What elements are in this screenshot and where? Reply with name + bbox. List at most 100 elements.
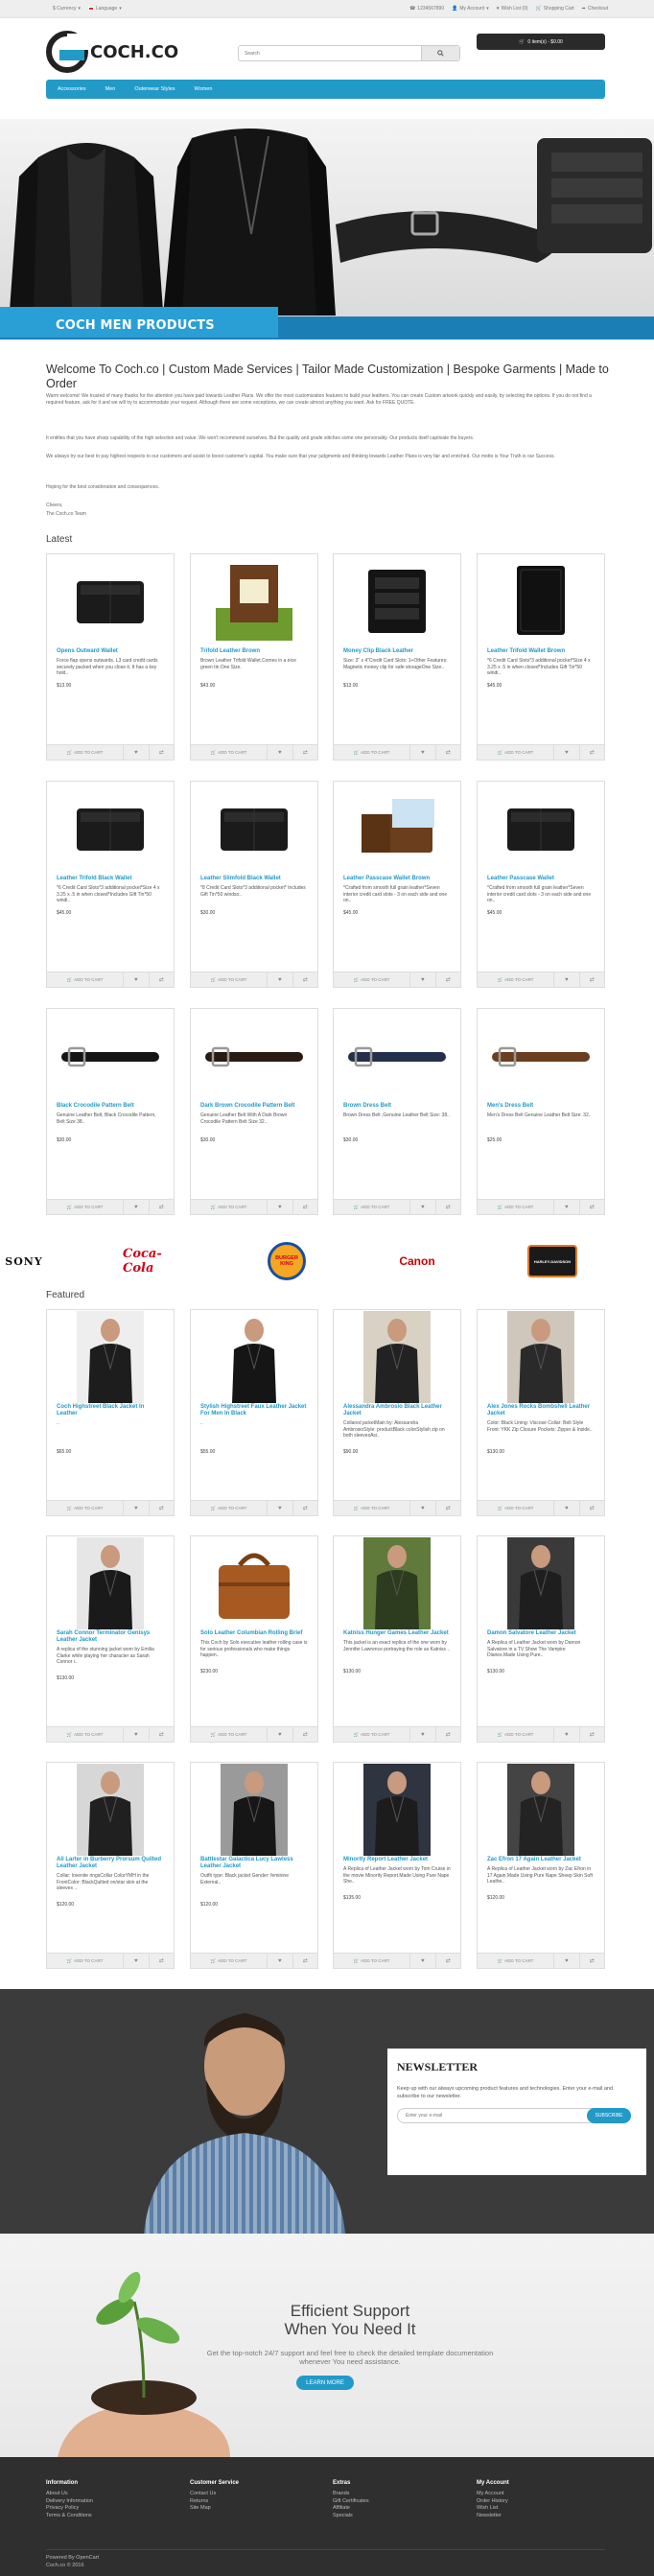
compare-button[interactable]: ⇄ xyxy=(580,745,605,760)
footer-link[interactable]: Contact Us xyxy=(190,2491,239,2498)
add-to-cart-button[interactable]: 🛒 ADD TO CART xyxy=(478,1727,554,1742)
add-to-cart-button[interactable]: 🛒 ADD TO CART xyxy=(478,972,554,987)
add-to-wishlist-button[interactable]: ♥ xyxy=(268,972,293,987)
footer-link[interactable]: Delivery Information xyxy=(46,2498,93,2506)
phone-link[interactable]: ☎ 1234567890 xyxy=(409,6,444,12)
add-to-wishlist-button[interactable]: ♥ xyxy=(124,1501,150,1515)
add-to-wishlist-button[interactable]: ♥ xyxy=(268,1501,293,1515)
product-card[interactable]: Ali Larter in Burberry Prorsum Quilted L… xyxy=(46,1762,175,1969)
learn-more-button[interactable]: LEARN MORE xyxy=(296,2376,354,2390)
product-image[interactable] xyxy=(47,1009,174,1103)
product-image[interactable] xyxy=(478,1763,604,1857)
footer-link[interactable]: Terms & Conditions xyxy=(46,2513,93,2520)
product-card[interactable]: Solo Leather Columbian Rolling Brief This… xyxy=(190,1535,318,1743)
product-image[interactable] xyxy=(478,782,604,876)
footer-link[interactable]: Newsletter xyxy=(477,2513,509,2520)
add-to-wishlist-button[interactable]: ♥ xyxy=(268,1200,293,1214)
product-card[interactable]: Leather Slimfold Black Wallet *8 Credit C… xyxy=(190,781,318,988)
add-to-wishlist-button[interactable]: ♥ xyxy=(554,972,580,987)
product-name[interactable]: Damon Salvatore Leather Jacket xyxy=(478,1630,604,1637)
compare-button[interactable]: ⇄ xyxy=(150,1200,175,1214)
add-to-cart-button[interactable]: 🛒 ADD TO CART xyxy=(191,1501,268,1515)
add-to-cart-button[interactable]: 🛒 ADD TO CART xyxy=(334,1200,410,1214)
product-card[interactable]: Black Crocodile Pattern Belt Genuine Leat… xyxy=(46,1008,175,1215)
footer-link[interactable]: My Account xyxy=(477,2491,509,2498)
footer-link[interactable]: Order History xyxy=(477,2498,509,2506)
add-to-cart-button[interactable]: 🛒 ADD TO CART xyxy=(478,1501,554,1515)
product-card[interactable]: Sarah Connor Terminator Genisys Leather … xyxy=(46,1535,175,1743)
add-to-wishlist-button[interactable]: ♥ xyxy=(268,1954,293,1968)
add-to-cart-button[interactable]: 🛒 ADD TO CART xyxy=(478,745,554,760)
nav-item-outerwear[interactable]: Outerwear Styles xyxy=(134,86,175,92)
product-name[interactable]: Sarah Connor Terminator Genisys Leather … xyxy=(47,1630,174,1644)
add-to-wishlist-button[interactable]: ♥ xyxy=(410,1727,436,1742)
add-to-wishlist-button[interactable]: ♥ xyxy=(410,972,436,987)
compare-button[interactable]: ⇄ xyxy=(436,972,461,987)
footer-link[interactable]: Returns xyxy=(190,2498,239,2506)
add-to-wishlist-button[interactable]: ♥ xyxy=(124,972,150,987)
product-name[interactable]: Ali Larter in Burberry Prorsum Quilted L… xyxy=(47,1857,174,1870)
currency-dropdown[interactable]: $ Currency ▾ xyxy=(53,6,81,12)
powered-by-link[interactable]: Powered By OpenCart xyxy=(46,2555,99,2563)
nav-item-accessories[interactable]: Accessories xyxy=(58,86,86,92)
add-to-cart-button[interactable]: 🛒 ADD TO CART xyxy=(47,1954,124,1968)
compare-button[interactable]: ⇄ xyxy=(436,1501,461,1515)
newsletter-email-input[interactable] xyxy=(398,2113,590,2119)
product-name[interactable]: Black Crocodile Pattern Belt xyxy=(47,1103,174,1110)
product-image[interactable] xyxy=(334,1763,460,1857)
product-card[interactable]: Leather Trifold Black Wallet *6 Credit Ca… xyxy=(46,781,175,988)
product-name[interactable]: Minority Report Leather Jacket xyxy=(334,1857,460,1863)
compare-button[interactable]: ⇄ xyxy=(580,1501,605,1515)
product-card[interactable]: Alessandra Ambrosio Black Leather Jacket… xyxy=(333,1309,461,1516)
compare-button[interactable]: ⇄ xyxy=(150,1954,175,1968)
product-image[interactable] xyxy=(191,1763,317,1857)
product-card[interactable]: Alex Jones Rocks Bombshell Leather Jacke… xyxy=(477,1309,605,1516)
product-name[interactable]: Dark Brown Crocodile Pattern Belt xyxy=(191,1103,317,1110)
product-name[interactable]: Alessandra Ambrosio Black Leather Jacket xyxy=(334,1404,460,1417)
cart-button[interactable]: 🛒 0 item(s) - $0.00 xyxy=(477,34,605,50)
subscribe-button[interactable]: SUBSCRIBE xyxy=(587,2108,631,2123)
compare-button[interactable]: ⇄ xyxy=(293,1727,318,1742)
nav-item-men[interactable]: Men xyxy=(105,86,116,92)
product-name[interactable]: Leather Trifold Wallet Brown xyxy=(478,648,604,655)
compare-button[interactable]: ⇄ xyxy=(150,1727,175,1742)
add-to-wishlist-button[interactable]: ♥ xyxy=(124,745,150,760)
product-image[interactable] xyxy=(334,554,460,648)
add-to-cart-button[interactable]: 🛒 ADD TO CART xyxy=(334,972,410,987)
footer-link[interactable]: Site Map xyxy=(190,2505,239,2513)
product-name[interactable]: Brown Dress Belt xyxy=(334,1103,460,1110)
product-name[interactable]: Leather Trifold Black Wallet xyxy=(47,876,174,882)
compare-button[interactable]: ⇄ xyxy=(293,1501,318,1515)
add-to-wishlist-button[interactable]: ♥ xyxy=(268,1727,293,1742)
search-button[interactable] xyxy=(421,46,459,60)
add-to-cart-button[interactable]: 🛒 ADD TO CART xyxy=(334,745,410,760)
product-card[interactable]: Zac Efron 17 Again Leather Jacket A Repli… xyxy=(477,1762,605,1969)
search-input[interactable] xyxy=(239,46,419,60)
product-name[interactable]: Stylish Highstreet Faux Leather Jacket F… xyxy=(191,1404,317,1417)
product-card[interactable]: Minority Report Leather Jacket A Replica … xyxy=(333,1762,461,1969)
product-image[interactable] xyxy=(334,1310,460,1404)
footer-link[interactable]: Gift Certificates xyxy=(333,2498,369,2506)
product-card[interactable]: Coch Highstreet Black Jacket In Leather.… xyxy=(46,1309,175,1516)
product-name[interactable]: Trifold Leather Brown xyxy=(191,648,317,655)
product-image[interactable] xyxy=(47,782,174,876)
product-name[interactable]: Battlestar Galactica Lucy Lawless Leathe… xyxy=(191,1857,317,1870)
product-image[interactable] xyxy=(47,1536,174,1630)
footer-link[interactable]: Affiliate xyxy=(333,2505,369,2513)
product-image[interactable] xyxy=(334,782,460,876)
add-to-wishlist-button[interactable]: ♥ xyxy=(124,1200,150,1214)
product-name[interactable]: Zac Efron 17 Again Leather Jacket xyxy=(478,1857,604,1863)
add-to-cart-button[interactable]: 🛒 ADD TO CART xyxy=(191,1200,268,1214)
product-card[interactable]: Damon Salvatore Leather Jacket A Replica … xyxy=(477,1535,605,1743)
add-to-cart-button[interactable]: 🛒 ADD TO CART xyxy=(478,1200,554,1214)
product-name[interactable]: Money Clip Black Leather xyxy=(334,648,460,655)
add-to-cart-button[interactable]: 🛒 ADD TO CART xyxy=(191,1727,268,1742)
product-card[interactable]: Stylish Highstreet Faux Leather Jacket F… xyxy=(190,1309,318,1516)
add-to-wishlist-button[interactable]: ♥ xyxy=(124,1727,150,1742)
nav-item-women[interactable]: Women xyxy=(195,86,213,92)
product-card[interactable]: Brown Dress Belt Brown Dress Belt ,Genuin… xyxy=(333,1008,461,1215)
footer-link[interactable]: Specials xyxy=(333,2513,369,2520)
add-to-wishlist-button[interactable]: ♥ xyxy=(554,745,580,760)
add-to-cart-button[interactable]: 🛒 ADD TO CART xyxy=(478,1954,554,1968)
product-card[interactable]: Trifold Leather Brown Brown Leather Trifo… xyxy=(190,553,318,761)
